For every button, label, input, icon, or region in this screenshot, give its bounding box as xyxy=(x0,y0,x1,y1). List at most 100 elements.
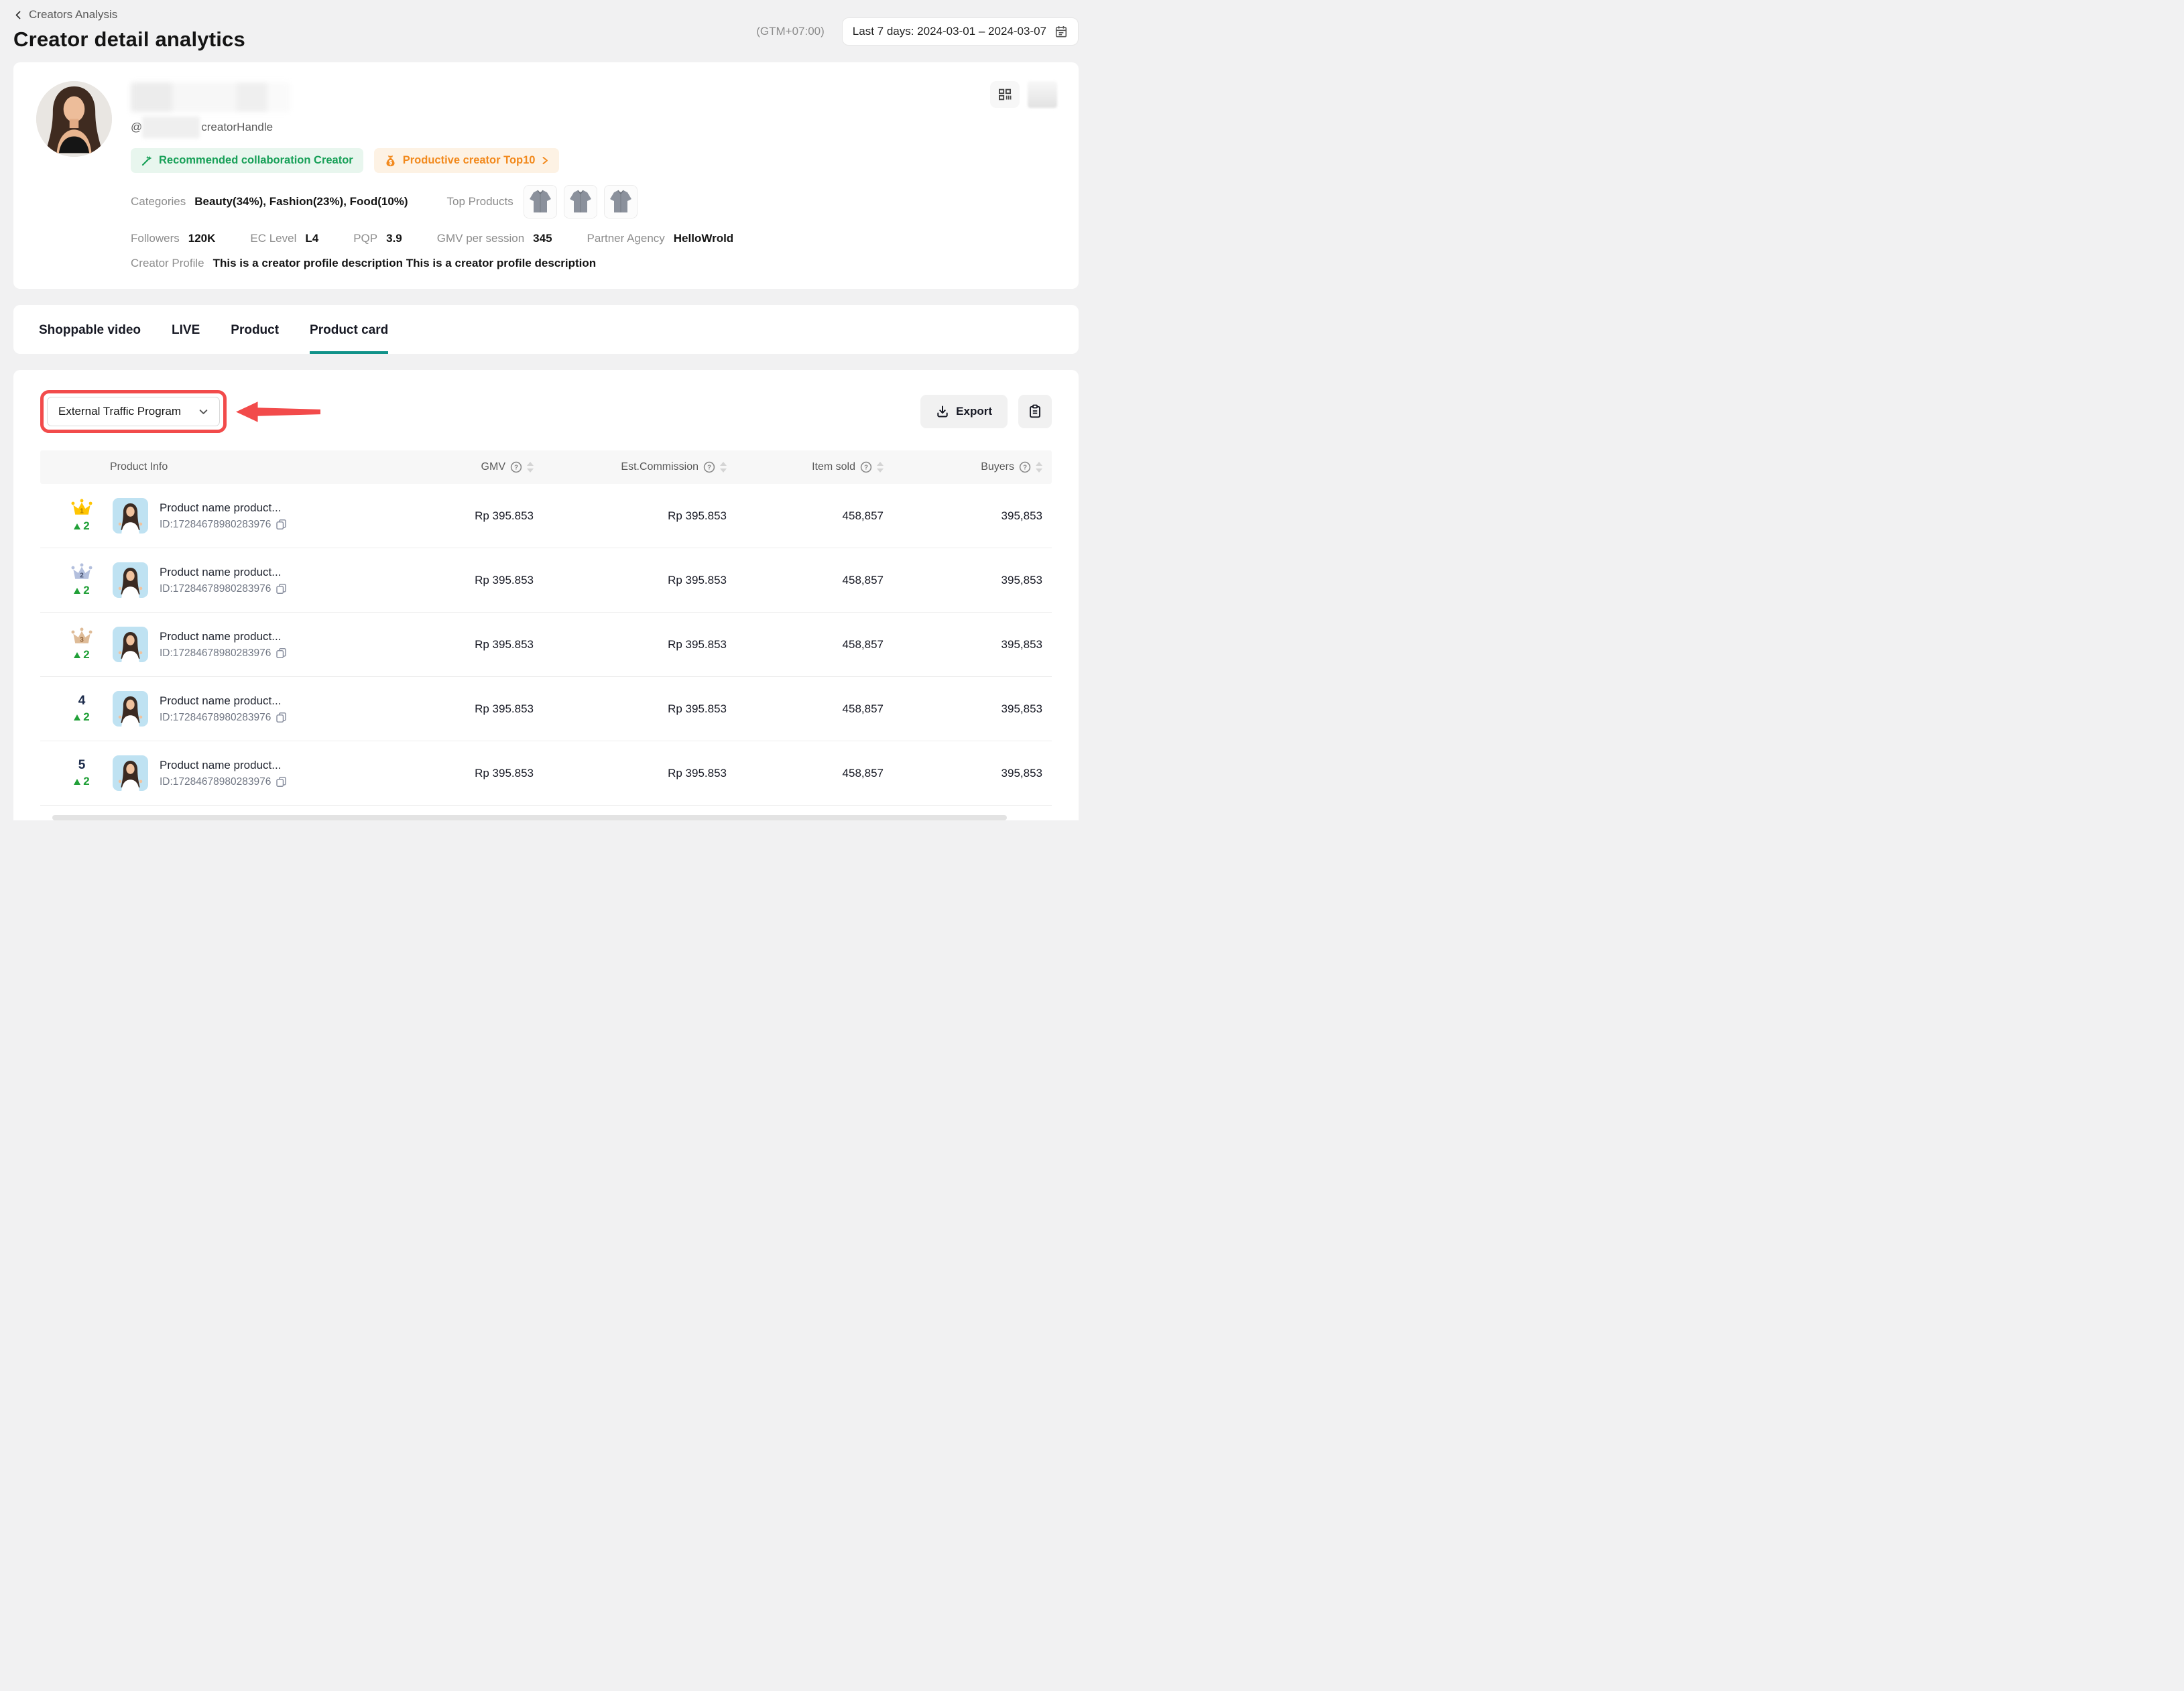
qr-code-button[interactable] xyxy=(990,81,1020,108)
handle-prefix: @ xyxy=(131,121,142,134)
profile-main: @ creatorHandle Recommended collaboratio… xyxy=(131,81,1056,270)
rank-number: 5 xyxy=(78,758,86,773)
header: Creators Analysis Creator detail analyti… xyxy=(13,8,1079,52)
copy-icon[interactable] xyxy=(276,647,287,659)
product-id-row: ID:17284678980283976 xyxy=(160,647,287,660)
rank-up-icon xyxy=(74,588,80,594)
breadcrumb[interactable]: Creators Analysis xyxy=(13,8,245,21)
traffic-program-dropdown[interactable]: External Traffic Program xyxy=(47,397,220,426)
help-icon[interactable]: ? xyxy=(703,461,715,473)
table-row: 3 2 Product name product... ID:172846789… xyxy=(40,613,1052,677)
creator-profile-card: @ creatorHandle Recommended collaboratio… xyxy=(13,62,1079,289)
top-product-thumbnail[interactable] xyxy=(564,185,597,218)
product-image[interactable] xyxy=(113,498,148,534)
sort-icon[interactable] xyxy=(877,462,884,473)
buyers-cell: 395,853 xyxy=(893,638,1052,651)
sort-icon[interactable] xyxy=(527,462,534,473)
stat-ec-level: EC Level L4 xyxy=(250,232,318,245)
productive-creator-badge[interactable]: $ Productive creator Top10 xyxy=(374,148,559,173)
toolbar-left: External Traffic Program xyxy=(40,390,320,433)
commission-cell: Rp 395.853 xyxy=(543,574,736,587)
magic-wand-icon xyxy=(141,155,153,167)
horizontal-scrollbar[interactable] xyxy=(52,815,1007,820)
help-icon[interactable]: ? xyxy=(860,461,872,473)
product-table: Product Info GMV ? Est.Commission ? Item… xyxy=(40,450,1052,820)
productive-badge-label: Productive creator Top10 xyxy=(403,154,536,167)
rank-change: 2 xyxy=(74,775,89,788)
svg-text:1: 1 xyxy=(80,507,84,515)
product-text: Product name product... ID:1728467898028… xyxy=(160,630,287,660)
calendar-icon xyxy=(1054,25,1068,38)
rank-badge: 4 2 xyxy=(60,694,103,724)
product-image[interactable] xyxy=(113,627,148,662)
breadcrumb-label[interactable]: Creators Analysis xyxy=(29,8,117,21)
sort-icon[interactable] xyxy=(1036,462,1042,473)
timezone-label: (GTM+07:00) xyxy=(756,25,825,38)
copy-icon[interactable] xyxy=(276,519,287,530)
export-button[interactable]: Export xyxy=(920,395,1008,428)
creator-handle: @ creatorHandle xyxy=(131,117,1056,138)
col-est-commission[interactable]: Est.Commission ? xyxy=(543,461,736,473)
col-gmv[interactable]: GMV ? xyxy=(409,461,543,473)
copy-icon[interactable] xyxy=(276,583,287,594)
page-title: Creator detail analytics xyxy=(13,27,245,52)
buyers-cell: 395,853 xyxy=(893,574,1052,587)
copy-icon[interactable] xyxy=(276,776,287,788)
item-sold-cell: 458,857 xyxy=(736,574,893,587)
buyers-cell: 395,853 xyxy=(893,509,1052,523)
blurred-action-button[interactable] xyxy=(1028,81,1057,108)
money-bag-icon: $ xyxy=(384,154,397,167)
stats-row: Followers 120K EC Level L4 PQP 3.9 GMV p… xyxy=(131,232,1056,245)
top-product-thumbnail[interactable] xyxy=(604,185,638,218)
table-header: Product Info GMV ? Est.Commission ? Item… xyxy=(40,450,1052,484)
top-products-thumbnails xyxy=(524,185,638,218)
stat-partner-agency: Partner Agency HelloWrold xyxy=(587,232,734,245)
top-product-thumbnail[interactable] xyxy=(524,185,557,218)
annotation-highlight-box: External Traffic Program xyxy=(40,390,227,433)
date-range-picker[interactable]: Last 7 days: 2024-03-01 – 2024-03-07 xyxy=(842,17,1079,46)
svg-text:?: ? xyxy=(1023,464,1027,472)
creator-profile-row: Creator Profile This is a creator profil… xyxy=(131,257,1056,270)
col-buyers[interactable]: Buyers ? xyxy=(893,461,1052,473)
product-image[interactable] xyxy=(113,562,148,598)
help-icon[interactable]: ? xyxy=(1019,461,1031,473)
svg-text:$: $ xyxy=(389,159,393,166)
header-left: Creators Analysis Creator detail analyti… xyxy=(13,8,245,52)
categories-label: Categories xyxy=(131,195,186,208)
badge-row: Recommended collaboration Creator $ Prod… xyxy=(131,148,1056,173)
analytics-tabs: Shoppable video LIVE Product Product car… xyxy=(13,305,1079,354)
top-products-label: Top Products xyxy=(447,195,513,208)
download-icon xyxy=(936,405,949,418)
rank-up-icon xyxy=(74,523,80,529)
header-right: (GTM+07:00) Last 7 days: 2024-03-01 – 20… xyxy=(756,17,1079,46)
recommended-creator-badge: Recommended collaboration Creator xyxy=(131,148,363,173)
tab-shoppable-video[interactable]: Shoppable video xyxy=(39,305,141,354)
product-image[interactable] xyxy=(113,691,148,727)
copy-icon[interactable] xyxy=(276,712,287,723)
rank-number: 4 xyxy=(78,694,86,708)
stat-pqp: PQP 3.9 xyxy=(353,232,402,245)
rank-change: 2 xyxy=(74,648,89,662)
col-item-sold[interactable]: Item sold ? xyxy=(736,461,893,473)
item-sold-cell: 458,857 xyxy=(736,767,893,780)
product-image[interactable] xyxy=(113,755,148,791)
buyers-cell: 395,853 xyxy=(893,702,1052,716)
gmv-cell: Rp 395.853 xyxy=(409,638,543,651)
rank-change: 2 xyxy=(74,584,89,597)
product-id: ID:17284678980283976 xyxy=(160,647,271,660)
product-name: Product name product... xyxy=(160,630,287,643)
tab-product-card[interactable]: Product card xyxy=(310,305,388,354)
help-icon[interactable]: ? xyxy=(510,461,522,473)
sort-icon[interactable] xyxy=(720,462,727,473)
tab-live[interactable]: LIVE xyxy=(172,305,200,354)
stat-gmv-per-session: GMV per session 345 xyxy=(437,232,552,245)
chevron-right-icon xyxy=(542,156,549,165)
chevron-left-icon[interactable] xyxy=(13,10,23,20)
creator-profile-label: Creator Profile xyxy=(131,257,204,270)
rank-change: 2 xyxy=(74,519,89,533)
annotation-arrow xyxy=(236,399,320,424)
tab-product[interactable]: Product xyxy=(231,305,279,354)
clipboard-button[interactable] xyxy=(1018,395,1052,428)
crown-bronze-icon: 3 xyxy=(70,627,93,646)
product-text: Product name product... ID:1728467898028… xyxy=(160,694,287,724)
